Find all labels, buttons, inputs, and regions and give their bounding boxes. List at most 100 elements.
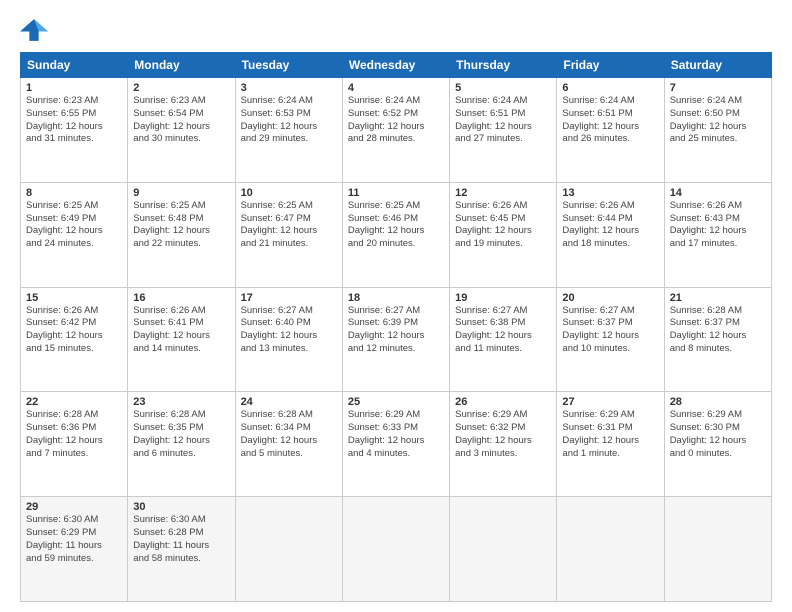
day-number: 11 <box>348 187 444 199</box>
day-header-friday: Friday <box>557 53 664 78</box>
calendar-cell: 18Sunrise: 6:27 AMSunset: 6:39 PMDayligh… <box>342 287 449 392</box>
day-number: 27 <box>562 396 658 408</box>
calendar-cell <box>342 497 449 602</box>
day-info: Sunrise: 6:24 AMSunset: 6:51 PMDaylight:… <box>562 95 658 146</box>
day-info: Sunrise: 6:27 AMSunset: 6:37 PMDaylight:… <box>562 305 658 356</box>
calendar-cell: 19Sunrise: 6:27 AMSunset: 6:38 PMDayligh… <box>450 287 557 392</box>
day-info: Sunrise: 6:29 AMSunset: 6:31 PMDaylight:… <box>562 409 658 460</box>
day-info: Sunrise: 6:25 AMSunset: 6:49 PMDaylight:… <box>26 200 122 251</box>
calendar-cell <box>557 497 664 602</box>
calendar-week-3: 15Sunrise: 6:26 AMSunset: 6:42 PMDayligh… <box>21 287 772 392</box>
day-info: Sunrise: 6:30 AMSunset: 6:29 PMDaylight:… <box>26 514 122 565</box>
calendar-cell: 13Sunrise: 6:26 AMSunset: 6:44 PMDayligh… <box>557 182 664 287</box>
calendar-cell: 21Sunrise: 6:28 AMSunset: 6:37 PMDayligh… <box>664 287 771 392</box>
day-number: 16 <box>133 292 229 304</box>
calendar-cell: 11Sunrise: 6:25 AMSunset: 6:46 PMDayligh… <box>342 182 449 287</box>
day-info: Sunrise: 6:27 AMSunset: 6:40 PMDaylight:… <box>241 305 337 356</box>
calendar-cell: 5Sunrise: 6:24 AMSunset: 6:51 PMDaylight… <box>450 78 557 183</box>
day-number: 8 <box>26 187 122 199</box>
day-header-wednesday: Wednesday <box>342 53 449 78</box>
day-number: 9 <box>133 187 229 199</box>
day-number: 19 <box>455 292 551 304</box>
day-info: Sunrise: 6:28 AMSunset: 6:34 PMDaylight:… <box>241 409 337 460</box>
day-number: 23 <box>133 396 229 408</box>
day-number: 18 <box>348 292 444 304</box>
day-number: 24 <box>241 396 337 408</box>
calendar-week-5: 29Sunrise: 6:30 AMSunset: 6:29 PMDayligh… <box>21 497 772 602</box>
day-number: 21 <box>670 292 766 304</box>
day-number: 28 <box>670 396 766 408</box>
day-number: 2 <box>133 82 229 94</box>
day-info: Sunrise: 6:26 AMSunset: 6:43 PMDaylight:… <box>670 200 766 251</box>
calendar-cell: 15Sunrise: 6:26 AMSunset: 6:42 PMDayligh… <box>21 287 128 392</box>
day-header-saturday: Saturday <box>664 53 771 78</box>
calendar-cell: 7Sunrise: 6:24 AMSunset: 6:50 PMDaylight… <box>664 78 771 183</box>
day-number: 25 <box>348 396 444 408</box>
day-number: 17 <box>241 292 337 304</box>
calendar-cell: 25Sunrise: 6:29 AMSunset: 6:33 PMDayligh… <box>342 392 449 497</box>
day-info: Sunrise: 6:27 AMSunset: 6:38 PMDaylight:… <box>455 305 551 356</box>
day-number: 4 <box>348 82 444 94</box>
day-number: 12 <box>455 187 551 199</box>
day-info: Sunrise: 6:25 AMSunset: 6:47 PMDaylight:… <box>241 200 337 251</box>
day-number: 26 <box>455 396 551 408</box>
calendar-cell: 27Sunrise: 6:29 AMSunset: 6:31 PMDayligh… <box>557 392 664 497</box>
day-header-thursday: Thursday <box>450 53 557 78</box>
logo-icon <box>20 16 48 44</box>
calendar-table: SundayMondayTuesdayWednesdayThursdayFrid… <box>20 52 772 602</box>
calendar-week-4: 22Sunrise: 6:28 AMSunset: 6:36 PMDayligh… <box>21 392 772 497</box>
calendar-cell: 6Sunrise: 6:24 AMSunset: 6:51 PMDaylight… <box>557 78 664 183</box>
calendar-week-2: 8Sunrise: 6:25 AMSunset: 6:49 PMDaylight… <box>21 182 772 287</box>
header <box>20 16 772 44</box>
day-number: 5 <box>455 82 551 94</box>
day-info: Sunrise: 6:28 AMSunset: 6:35 PMDaylight:… <box>133 409 229 460</box>
calendar-cell: 30Sunrise: 6:30 AMSunset: 6:28 PMDayligh… <box>128 497 235 602</box>
day-number: 29 <box>26 501 122 513</box>
calendar-cell: 12Sunrise: 6:26 AMSunset: 6:45 PMDayligh… <box>450 182 557 287</box>
day-info: Sunrise: 6:29 AMSunset: 6:32 PMDaylight:… <box>455 409 551 460</box>
calendar-cell: 23Sunrise: 6:28 AMSunset: 6:35 PMDayligh… <box>128 392 235 497</box>
calendar-cell: 1Sunrise: 6:23 AMSunset: 6:55 PMDaylight… <box>21 78 128 183</box>
calendar-cell: 8Sunrise: 6:25 AMSunset: 6:49 PMDaylight… <box>21 182 128 287</box>
day-info: Sunrise: 6:26 AMSunset: 6:45 PMDaylight:… <box>455 200 551 251</box>
day-info: Sunrise: 6:29 AMSunset: 6:33 PMDaylight:… <box>348 409 444 460</box>
calendar-cell: 14Sunrise: 6:26 AMSunset: 6:43 PMDayligh… <box>664 182 771 287</box>
day-number: 13 <box>562 187 658 199</box>
day-info: Sunrise: 6:23 AMSunset: 6:55 PMDaylight:… <box>26 95 122 146</box>
day-info: Sunrise: 6:30 AMSunset: 6:28 PMDaylight:… <box>133 514 229 565</box>
day-info: Sunrise: 6:24 AMSunset: 6:52 PMDaylight:… <box>348 95 444 146</box>
day-number: 1 <box>26 82 122 94</box>
calendar-cell <box>235 497 342 602</box>
calendar-cell: 10Sunrise: 6:25 AMSunset: 6:47 PMDayligh… <box>235 182 342 287</box>
calendar-cell: 29Sunrise: 6:30 AMSunset: 6:29 PMDayligh… <box>21 497 128 602</box>
calendar-cell: 28Sunrise: 6:29 AMSunset: 6:30 PMDayligh… <box>664 392 771 497</box>
calendar-cell: 9Sunrise: 6:25 AMSunset: 6:48 PMDaylight… <box>128 182 235 287</box>
calendar-cell <box>450 497 557 602</box>
day-number: 30 <box>133 501 229 513</box>
day-number: 14 <box>670 187 766 199</box>
day-number: 6 <box>562 82 658 94</box>
calendar-cell: 22Sunrise: 6:28 AMSunset: 6:36 PMDayligh… <box>21 392 128 497</box>
calendar-cell: 24Sunrise: 6:28 AMSunset: 6:34 PMDayligh… <box>235 392 342 497</box>
day-info: Sunrise: 6:24 AMSunset: 6:51 PMDaylight:… <box>455 95 551 146</box>
day-info: Sunrise: 6:25 AMSunset: 6:46 PMDaylight:… <box>348 200 444 251</box>
calendar-cell: 4Sunrise: 6:24 AMSunset: 6:52 PMDaylight… <box>342 78 449 183</box>
day-info: Sunrise: 6:26 AMSunset: 6:44 PMDaylight:… <box>562 200 658 251</box>
day-info: Sunrise: 6:29 AMSunset: 6:30 PMDaylight:… <box>670 409 766 460</box>
day-info: Sunrise: 6:27 AMSunset: 6:39 PMDaylight:… <box>348 305 444 356</box>
day-header-tuesday: Tuesday <box>235 53 342 78</box>
day-number: 10 <box>241 187 337 199</box>
day-header-monday: Monday <box>128 53 235 78</box>
day-number: 20 <box>562 292 658 304</box>
calendar-header-row: SundayMondayTuesdayWednesdayThursdayFrid… <box>21 53 772 78</box>
calendar-cell: 16Sunrise: 6:26 AMSunset: 6:41 PMDayligh… <box>128 287 235 392</box>
calendar-cell: 17Sunrise: 6:27 AMSunset: 6:40 PMDayligh… <box>235 287 342 392</box>
day-number: 15 <box>26 292 122 304</box>
day-number: 7 <box>670 82 766 94</box>
calendar-week-1: 1Sunrise: 6:23 AMSunset: 6:55 PMDaylight… <box>21 78 772 183</box>
day-info: Sunrise: 6:24 AMSunset: 6:50 PMDaylight:… <box>670 95 766 146</box>
day-info: Sunrise: 6:24 AMSunset: 6:53 PMDaylight:… <box>241 95 337 146</box>
calendar-cell: 2Sunrise: 6:23 AMSunset: 6:54 PMDaylight… <box>128 78 235 183</box>
calendar-cell: 20Sunrise: 6:27 AMSunset: 6:37 PMDayligh… <box>557 287 664 392</box>
day-number: 22 <box>26 396 122 408</box>
